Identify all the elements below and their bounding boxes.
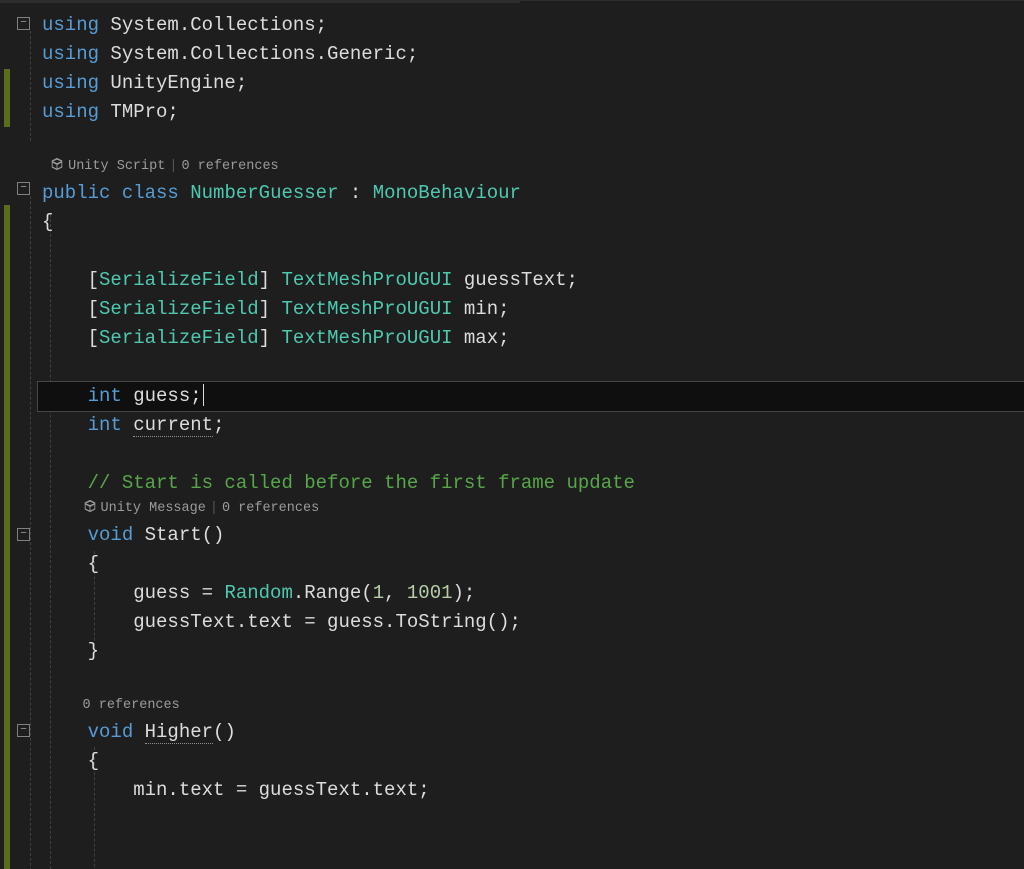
type-name: NumberGuesser bbox=[190, 182, 338, 204]
codelens-label: Unity Script bbox=[68, 159, 165, 174]
code-line[interactable]: [SerializeField] TextMeshProUGUI guessTe… bbox=[38, 266, 1024, 295]
attribute: SerializeField bbox=[99, 269, 259, 291]
code-editor[interactable]: − − − − using System.Collections; using … bbox=[0, 0, 1024, 869]
code-line[interactable]: { bbox=[38, 208, 1024, 237]
code-line[interactable]: [SerializeField] TextMeshProUGUI min; bbox=[38, 295, 1024, 324]
keyword: using bbox=[42, 43, 99, 65]
keyword: using bbox=[42, 14, 99, 36]
gutter: − − − − bbox=[0, 1, 38, 869]
keyword: void bbox=[88, 524, 134, 546]
code-line[interactable]: { bbox=[38, 747, 1024, 776]
blank-line[interactable] bbox=[38, 353, 1024, 382]
unity-icon bbox=[50, 157, 64, 171]
codelens[interactable]: Unity Message | 0 references bbox=[38, 498, 1024, 521]
code-text: System.Collections; bbox=[99, 14, 327, 36]
keyword: void bbox=[88, 721, 134, 743]
codelens[interactable]: Unity Script | 0 references bbox=[38, 156, 1024, 179]
codelens-separator: | bbox=[210, 501, 218, 516]
code-area[interactable]: using System.Collections; using System.C… bbox=[38, 1, 1024, 869]
code-text: UnityEngine; bbox=[99, 72, 247, 94]
code-line[interactable]: void Higher() bbox=[38, 718, 1024, 747]
code-line[interactable]: int current; bbox=[38, 411, 1024, 440]
attribute: SerializeField bbox=[99, 298, 259, 320]
code-line[interactable]: guess = Random.Range(1, 1001); bbox=[38, 579, 1024, 608]
blank-line[interactable] bbox=[38, 805, 1024, 834]
blank-line[interactable] bbox=[38, 237, 1024, 266]
code-line[interactable]: using System.Collections; bbox=[38, 11, 1024, 40]
outline-collapse-icon[interactable]: − bbox=[17, 182, 30, 195]
attribute: SerializeField bbox=[99, 327, 259, 349]
code-line[interactable]: using UnityEngine; bbox=[38, 69, 1024, 98]
method-name: Start bbox=[145, 524, 202, 546]
blank-line[interactable] bbox=[38, 440, 1024, 469]
blank-line[interactable] bbox=[38, 834, 1024, 863]
code-line[interactable]: { bbox=[38, 550, 1024, 579]
comment: // Start is called before the first fram… bbox=[42, 472, 635, 494]
type-name: TextMeshProUGUI bbox=[281, 327, 452, 349]
number-literal: 1 bbox=[373, 582, 384, 604]
code-line[interactable]: guessText.text = guess.ToString(); bbox=[38, 608, 1024, 637]
code-line[interactable]: [SerializeField] TextMeshProUGUI max; bbox=[38, 324, 1024, 353]
codelens-refs[interactable]: 0 references bbox=[181, 159, 278, 174]
codelens-refs[interactable]: 0 references bbox=[83, 698, 180, 713]
keyword: using bbox=[42, 72, 99, 94]
unity-icon bbox=[83, 499, 97, 513]
code-line[interactable]: public class NumberGuesser : MonoBehavio… bbox=[38, 179, 1024, 208]
type-name: TextMeshProUGUI bbox=[281, 269, 452, 291]
codelens[interactable]: 0 references bbox=[38, 695, 1024, 718]
outline-collapse-icon[interactable]: − bbox=[17, 724, 30, 737]
blank-line[interactable] bbox=[38, 666, 1024, 695]
code-text: TMPro; bbox=[99, 101, 179, 123]
change-marker bbox=[4, 69, 10, 127]
keyword: class bbox=[122, 182, 179, 204]
code-line[interactable]: min.text = guessText.text; bbox=[38, 776, 1024, 805]
code-line[interactable]: } bbox=[38, 637, 1024, 666]
blank-line[interactable] bbox=[38, 127, 1024, 156]
keyword: using bbox=[42, 101, 99, 123]
codelens-refs[interactable]: 0 references bbox=[222, 501, 319, 516]
code-text: System.Collections.Generic; bbox=[99, 43, 418, 65]
outline-collapse-icon[interactable]: − bbox=[17, 528, 30, 541]
outline-collapse-icon[interactable]: − bbox=[17, 17, 30, 30]
code-line[interactable]: void Start() bbox=[38, 521, 1024, 550]
codelens-separator: | bbox=[169, 159, 177, 174]
number-literal: 1001 bbox=[407, 582, 453, 604]
unused-identifier: current bbox=[133, 414, 213, 437]
code-line[interactable]: using TMPro; bbox=[38, 98, 1024, 127]
code-line[interactable]: // Start is called before the first fram… bbox=[38, 469, 1024, 498]
type-name: Random bbox=[224, 582, 292, 604]
code-line[interactable]: using System.Collections.Generic; bbox=[38, 40, 1024, 69]
type-name: MonoBehaviour bbox=[373, 182, 521, 204]
change-marker bbox=[4, 205, 10, 869]
keyword: public bbox=[42, 182, 110, 204]
type-name: TextMeshProUGUI bbox=[281, 298, 452, 320]
codelens-label: Unity Message bbox=[101, 501, 206, 516]
method-name: Higher bbox=[145, 721, 213, 744]
keyword: int bbox=[88, 414, 122, 436]
code-line-current[interactable]: int guess; bbox=[38, 382, 1024, 411]
keyword: int bbox=[88, 385, 122, 407]
text-caret bbox=[203, 384, 204, 406]
